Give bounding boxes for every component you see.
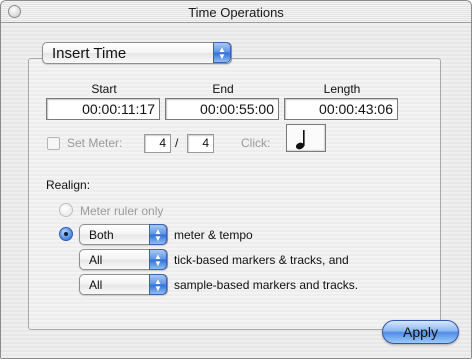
start-label: Start: [91, 82, 117, 96]
meter-tempo-popup[interactable]: Both ▲ ▼: [79, 224, 168, 245]
popup-arrows-icon: ▲ ▼: [149, 249, 167, 270]
operation-mode-value: Insert Time: [52, 45, 127, 62]
window-title: Time Operations: [188, 5, 284, 20]
meter-tempo-label: meter & tempo: [174, 228, 253, 242]
end-field[interactable]: 00:00:55:00: [165, 98, 279, 120]
tick-based-popup-value: All: [89, 253, 103, 267]
tick-based-popup[interactable]: All ▲ ▼: [79, 249, 168, 270]
tick-based-label: tick-based markers & tracks, and: [174, 253, 349, 267]
set-meter-checkbox[interactable]: [47, 137, 60, 150]
dialog-content: Insert Time ▲ ▼ Start End Length 00:00:11…: [1, 24, 471, 358]
meter-ruler-only-radio[interactable]: [59, 203, 73, 217]
meter-numerator-field[interactable]: 4: [144, 134, 171, 153]
length-field[interactable]: 00:00:43:06: [284, 98, 398, 120]
realign-heading: Realign:: [46, 178, 91, 192]
click-label: Click:: [241, 136, 271, 150]
meter-separator: /: [175, 136, 179, 150]
sample-based-popup-value: All: [89, 278, 103, 292]
quarter-note-icon: [295, 130, 305, 150]
popup-arrows-icon: ▲ ▼: [149, 224, 167, 245]
operation-mode-popup[interactable]: Insert Time ▲ ▼: [42, 42, 232, 64]
length-label: Length: [323, 82, 361, 96]
popup-arrows-icon: ▲ ▼: [149, 274, 167, 295]
end-label: End: [212, 82, 234, 96]
meter-tempo-popup-value: Both: [89, 228, 114, 242]
sample-based-label: sample-based markers and tracks.: [174, 278, 359, 292]
click-button[interactable]: [286, 124, 326, 152]
meter-denominator-field[interactable]: 4: [187, 134, 214, 153]
title-bar[interactable]: Time Operations: [1, 1, 471, 23]
sample-based-popup[interactable]: All ▲ ▼: [79, 274, 168, 295]
start-field[interactable]: 00:00:11:17: [46, 98, 160, 120]
meter-tempo-radio[interactable]: [59, 227, 73, 241]
apply-button[interactable]: Apply: [382, 320, 459, 344]
meter-ruler-only-label: Meter ruler only: [80, 204, 164, 218]
set-meter-label: Set Meter:: [67, 136, 123, 150]
time-operations-window: Time Operations Insert Time ▲ ▼ Start End…: [0, 0, 472, 359]
popup-arrows-icon: ▲ ▼: [213, 42, 231, 63]
